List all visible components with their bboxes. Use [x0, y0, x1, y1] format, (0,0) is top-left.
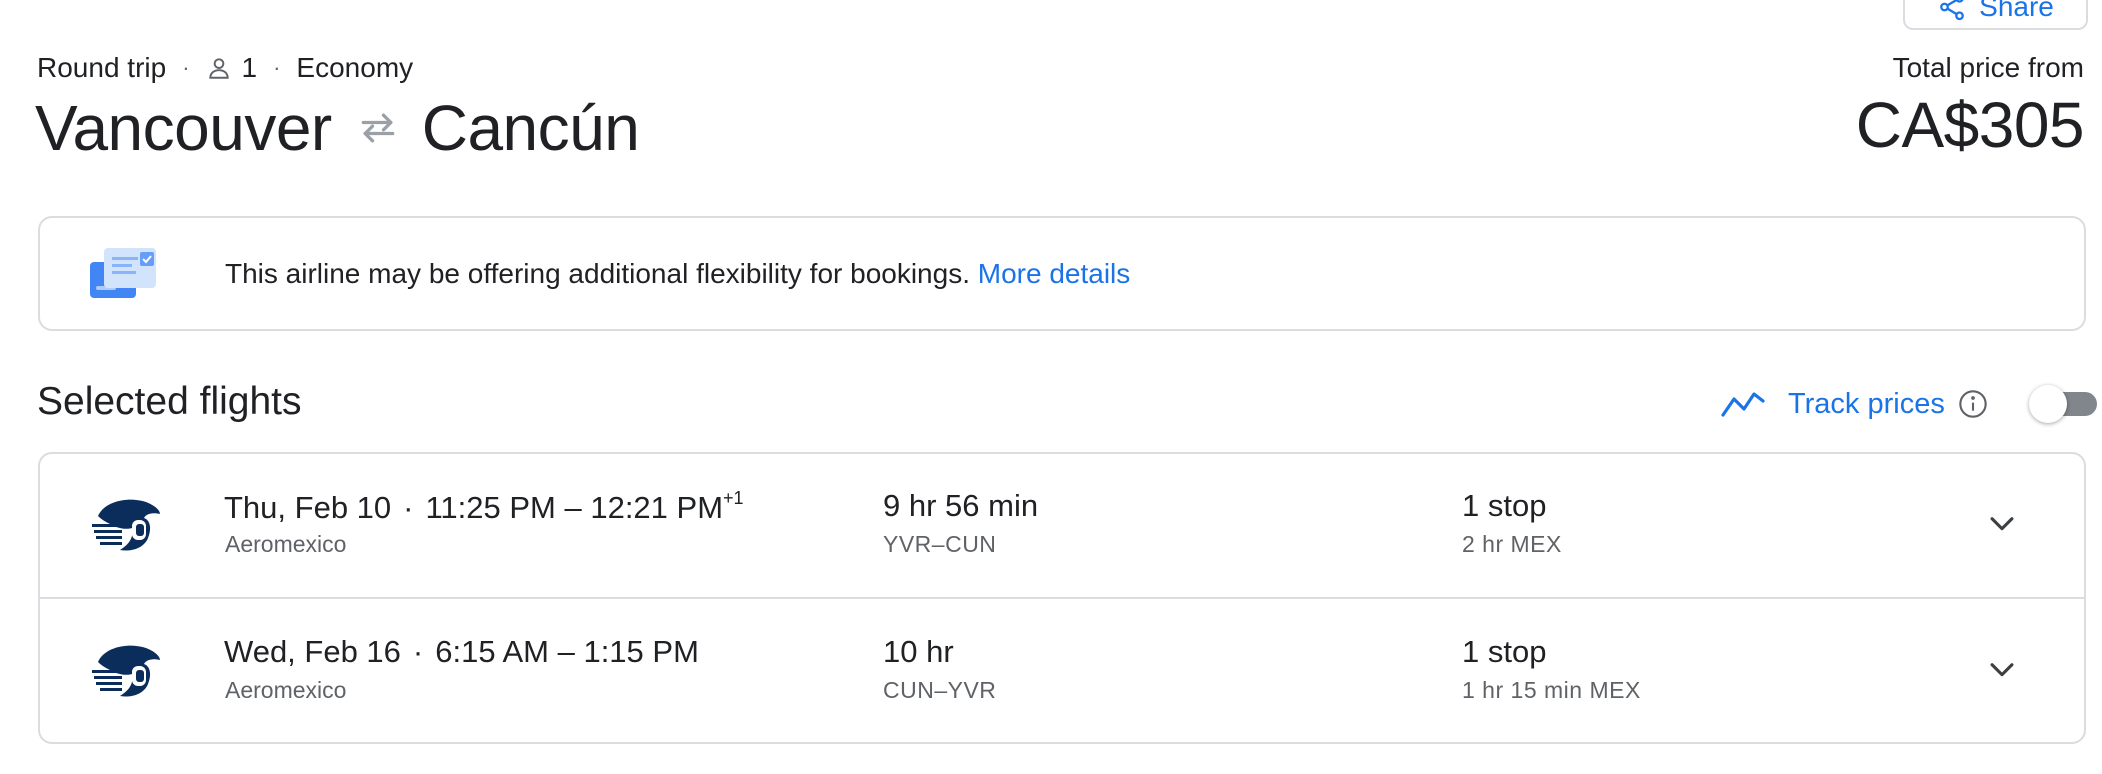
- person-icon: [208, 58, 229, 79]
- flight-layover: 1 hr 15 min MEX: [1462, 677, 1641, 703]
- aeromexico-logo-icon: [92, 645, 160, 697]
- flight-times: Wed, Feb 16 · 6:15 AM – 1:15 PM: [224, 634, 699, 670]
- flight-stops: 1 stop: [1462, 488, 1547, 523]
- chevron-down-icon[interactable]: [1985, 652, 2019, 686]
- flight-layover: 2 hr MEX: [1462, 531, 1562, 557]
- total-price: CA$305: [1855, 89, 2085, 161]
- cabin-class: Economy: [296, 52, 414, 83]
- separator-dot: ·: [403, 490, 414, 525]
- flight-duration: 9 hr 56 min: [883, 488, 1039, 523]
- share-label: Share: [1979, 0, 2054, 22]
- flight-date: Thu, Feb 10: [224, 490, 392, 525]
- track-prices-label[interactable]: Track prices: [1788, 388, 1945, 421]
- toggle-knob: [2028, 385, 2067, 423]
- track-prices: Track prices: [1720, 384, 2099, 424]
- price-trend-icon: [1721, 392, 1765, 417]
- origin-city: Vancouver: [35, 92, 332, 164]
- flight-row-outbound[interactable]: Thu, Feb 10 · 11:25 PM – 12:21 PM+1 Aerome…: [40, 454, 2084, 599]
- airline-name: Aeromexico: [225, 531, 347, 557]
- banner-message: This airline may be offering additional …: [225, 258, 1130, 290]
- separator-dot: ·: [182, 55, 190, 80]
- flexibility-banner: This airline may be offering additional …: [38, 216, 2086, 331]
- aeromexico-logo-icon: [92, 499, 160, 551]
- flight-airports: YVR–CUN: [883, 531, 997, 557]
- separator-dot: ·: [273, 55, 281, 80]
- route-title: Vancouver Cancún: [35, 88, 640, 168]
- airline-name: Aeromexico: [225, 677, 347, 703]
- trip-summary: Round trip · 1 · Economy: [37, 50, 413, 86]
- day-offset: +1: [723, 488, 744, 508]
- trip-type: Round trip: [37, 52, 167, 83]
- share-icon: [1940, 0, 1965, 21]
- separator-dot: ·: [412, 634, 424, 669]
- selected-flights-list: Thu, Feb 10 · 11:25 PM – 12:21 PM+1 Aerome…: [38, 452, 2086, 744]
- flight-airports: CUN–YVR: [883, 677, 997, 703]
- passenger-count: 1: [241, 52, 258, 83]
- price-label: Total price from: [1892, 52, 2084, 83]
- share-button[interactable]: Share: [1903, 0, 2088, 30]
- destination-city: Cancún: [421, 92, 640, 164]
- track-prices-toggle[interactable]: [2028, 385, 2099, 423]
- flight-duration: 10 hr: [883, 634, 954, 669]
- flexible-booking-icon: [90, 248, 156, 298]
- info-icon[interactable]: [1957, 388, 1989, 420]
- flight-times: Thu, Feb 10 · 11:25 PM – 12:21 PM+1: [224, 488, 744, 526]
- banner-text: This airline may be offering additional …: [225, 258, 970, 289]
- flight-row-return[interactable]: Wed, Feb 16 · 6:15 AM – 1:15 PM Aeromexico…: [40, 600, 2084, 742]
- flight-date: Wed, Feb 16: [224, 634, 401, 669]
- departure-arrival: 11:25 PM – 12:21 PM: [425, 490, 724, 525]
- chevron-down-icon[interactable]: [1985, 506, 2019, 540]
- swap-arrows-icon: [361, 113, 395, 143]
- more-details-link[interactable]: More details: [978, 258, 1131, 289]
- departure-arrival: 6:15 AM – 1:15 PM: [435, 634, 699, 669]
- selected-flights-title: Selected flights: [37, 380, 302, 423]
- flight-stops: 1 stop: [1462, 634, 1547, 669]
